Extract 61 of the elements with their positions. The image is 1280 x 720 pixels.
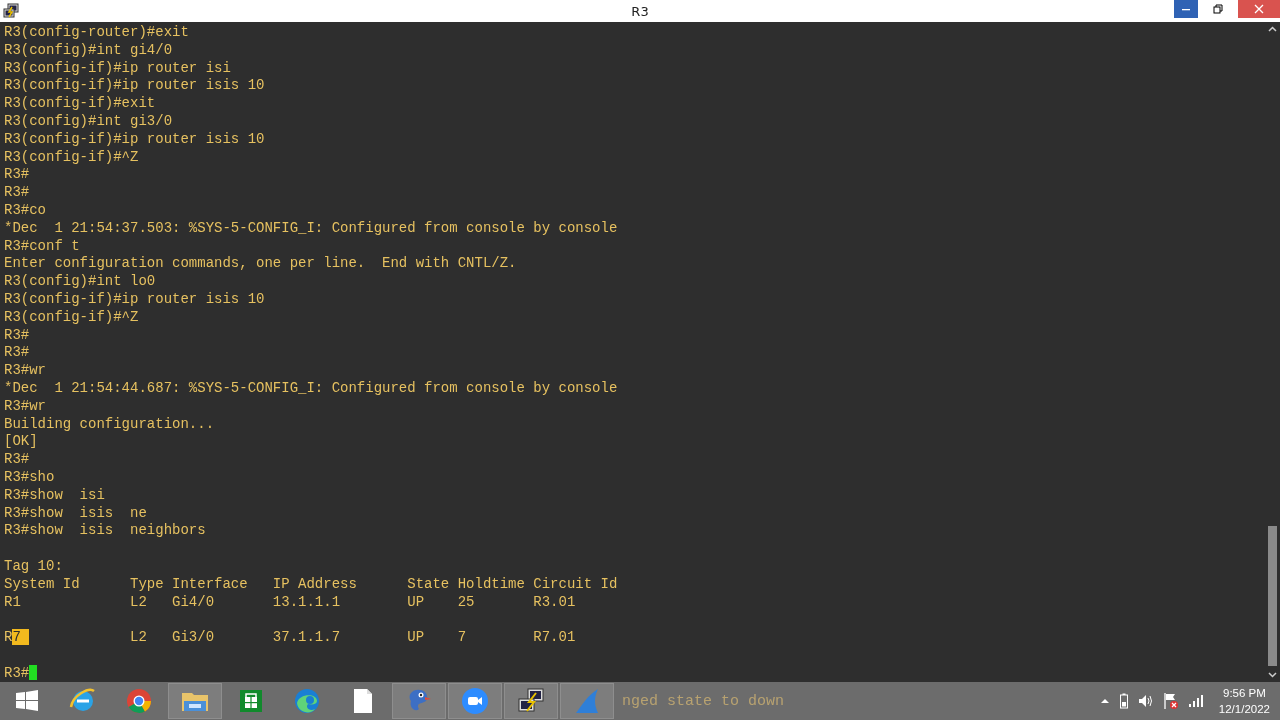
terminal-prompt: R3# bbox=[4, 664, 30, 681]
terminal-line: R3(config)#int gi3/0 bbox=[4, 113, 173, 129]
terminal-line: R3(config-if)#ip router isi bbox=[4, 59, 231, 76]
selected-text: 7 bbox=[12, 629, 30, 646]
terminal-line: R3(config-router)#exit bbox=[4, 24, 189, 40]
close-button[interactable] bbox=[1238, 0, 1280, 18]
terminal-line: R3# bbox=[4, 166, 30, 183]
show-hidden-icons-caret-icon[interactable] bbox=[1099, 697, 1110, 705]
terminal-line: R3#show isi bbox=[4, 486, 105, 503]
clock-time[interactable]: 9:56 PM bbox=[1223, 685, 1266, 701]
terminal-line: R3# bbox=[4, 184, 30, 201]
terminal-line: R3#show isis neighbors bbox=[4, 522, 206, 539]
terminal-line: R3#conf t bbox=[4, 237, 80, 254]
flag-error-icon[interactable] bbox=[1162, 692, 1179, 710]
terminal-line: R3(config)#int lo0 bbox=[4, 273, 156, 290]
clock-date[interactable]: 12/1/2022 bbox=[1218, 701, 1270, 717]
terminal-line: Enter configuration commands, one per line. End with CNTL/Z. bbox=[4, 255, 517, 272]
terminal-line: R3# bbox=[4, 326, 30, 343]
close-icon bbox=[1254, 4, 1264, 14]
terminal-line: R3(config-if)#ip router isis 10 bbox=[4, 130, 265, 147]
window-title: R3 bbox=[631, 3, 649, 19]
terminal-text: nged state to down bbox=[622, 692, 785, 710]
terminal-line: R3#sho bbox=[4, 468, 55, 485]
terminal-line: *Dec 1 21:54:44.687: %SYS-5-CONFIG_I: Configured from console by console bbox=[4, 379, 618, 396]
windows-logo-icon bbox=[15, 689, 39, 713]
blank-document-icon bbox=[351, 687, 375, 715]
scroll-up-icon[interactable] bbox=[1268, 26, 1277, 32]
terminal-line: [OK] bbox=[4, 433, 38, 450]
terminal-line: R3(config-if)#ip router isis 10 bbox=[4, 290, 265, 307]
terminal-line: R3# bbox=[4, 451, 30, 468]
terminal-line: System Id Type Interface IP Address State Holdtime Circuit Id bbox=[4, 575, 618, 592]
terminal-app-icon bbox=[516, 687, 546, 715]
battery-icon[interactable] bbox=[1118, 693, 1129, 709]
terminal-line: R3(config-if)#^Z bbox=[4, 148, 139, 165]
terminal-line: Tag 10: bbox=[4, 557, 63, 574]
terminal-line: R3# bbox=[4, 344, 30, 361]
terminal-line: R1 L2 Gi4/0 13.1.1.1 UP 25 R3.01 bbox=[4, 593, 576, 610]
terminal-line: R3#co bbox=[4, 201, 46, 218]
shopping-bag-icon bbox=[237, 687, 265, 715]
browser-wheel-icon bbox=[125, 687, 153, 715]
terminal-line: R3#wr bbox=[4, 362, 46, 379]
taskbar-app[interactable] bbox=[504, 683, 558, 719]
terminal-line: R3(config-if)#ip router isis 10 bbox=[4, 77, 265, 94]
wave-browser-icon bbox=[293, 687, 321, 715]
volume-icon[interactable] bbox=[1137, 693, 1154, 709]
terminal-line: *Dec 1 21:54:37.503: %SYS-5-CONFIG_I: Configured from console by console bbox=[4, 219, 618, 236]
terminal-line: Building configuration... bbox=[4, 415, 215, 432]
restore-icon bbox=[1213, 4, 1223, 14]
scrollbar-thumb[interactable] bbox=[1268, 526, 1277, 666]
terminal-line: R3(config)#int gi4/0 bbox=[4, 41, 173, 58]
terminal-text: L2 Gi3/0 37.1.1.7 UP 7 R7.01 bbox=[129, 629, 576, 646]
terminal-line: R3(config-if)#exit bbox=[4, 95, 156, 112]
terminal-app-icon bbox=[3, 3, 19, 19]
terminal-line: R3(config-if)#^Z bbox=[4, 308, 139, 325]
terminal-text: R bbox=[4, 629, 13, 646]
scroll-down-icon[interactable] bbox=[1268, 672, 1277, 678]
terminal-line: R3#wr bbox=[4, 397, 46, 414]
camera-app-icon bbox=[460, 686, 490, 716]
signal-bars-icon[interactable] bbox=[1187, 694, 1204, 708]
terminal-line: R3#show isis ne bbox=[4, 504, 147, 521]
text-cursor bbox=[29, 664, 38, 680]
